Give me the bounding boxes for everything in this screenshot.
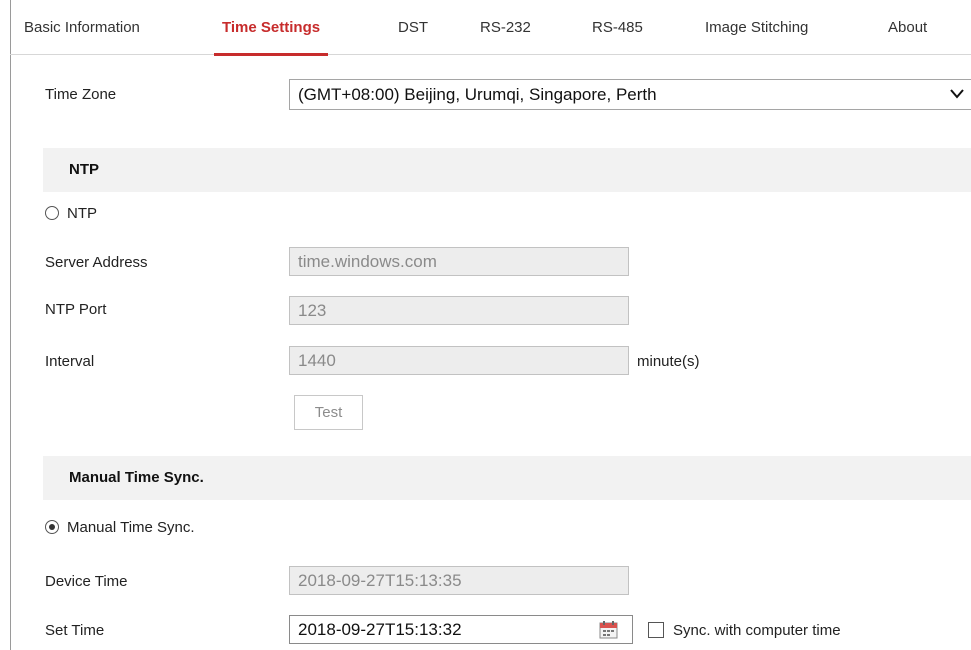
ntp-radio-button[interactable] [45,206,59,220]
time-zone-label: Time Zone [45,86,117,103]
tab-rs-485[interactable]: RS-485 [592,0,643,55]
ntp-radio-label: NTP [67,204,97,222]
interval-input[interactable] [289,346,629,375]
chevron-down-icon [950,89,964,99]
server-address-input[interactable] [289,247,629,276]
ntp-radio[interactable]: NTP [45,203,97,223]
calendar-icon[interactable] [599,621,618,639]
server-address-label: Server Address [45,254,148,271]
device-time-label: Device Time [45,573,128,590]
manual-sync-section-header: Manual Time Sync. [43,456,971,500]
tab-dst[interactable]: DST [398,0,428,55]
set-time-label: Set Time [45,622,105,639]
tab-time-settings[interactable]: Time Settings [213,0,329,56]
manual-sync-radio[interactable]: Manual Time Sync. [45,517,195,537]
sync-computer-time-label: Sync. with computer time [673,621,841,639]
ntp-section-header: NTP [43,148,971,192]
interval-label: Interval [45,353,95,370]
ntp-port-input[interactable] [289,296,629,325]
ntp-section-title: NTP [69,161,99,178]
device-time-input[interactable] [289,566,629,595]
time-zone-value: (GMT+08:00) Beijing, Urumqi, Singapore, … [298,85,657,104]
set-time-value: 2018-09-27T15:13:32 [298,620,462,639]
sync-computer-time-box[interactable] [648,622,664,638]
manual-sync-section-title: Manual Time Sync. [69,469,204,486]
interval-unit: minute(s) [637,353,700,370]
tab-rs-232[interactable]: RS-232 [480,0,531,55]
time-zone-select[interactable]: (GMT+08:00) Beijing, Urumqi, Singapore, … [289,79,971,110]
tab-bar: Basic Information Time Settings DST RS-2… [10,0,971,56]
test-button[interactable]: Test [294,395,363,430]
ntp-port-label: NTP Port [45,301,107,318]
manual-sync-radio-button[interactable] [45,520,59,534]
set-time-input[interactable]: 2018-09-27T15:13:32 [289,615,633,644]
tab-image-stitching[interactable]: Image Stitching [705,0,808,55]
manual-sync-radio-label: Manual Time Sync. [67,518,195,536]
tab-basic-information[interactable]: Basic Information [24,0,140,55]
sync-computer-time-checkbox[interactable]: Sync. with computer time [648,620,841,640]
left-divider [10,0,11,650]
tab-about[interactable]: About [888,0,927,55]
